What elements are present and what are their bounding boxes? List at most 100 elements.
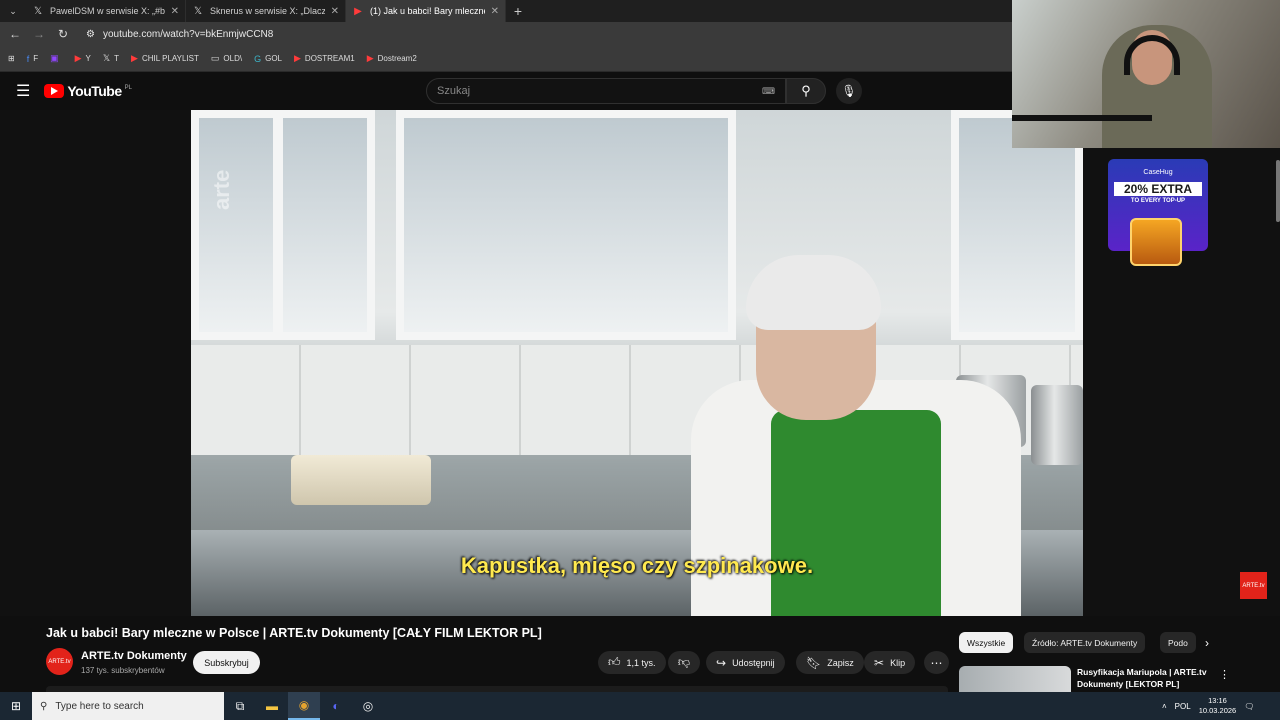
page-scrollbar[interactable] <box>1276 160 1280 222</box>
windows-taskbar: ⊞ ⚲ Type here to search ⧉ ▬ ◉ ◐ ◎ <box>0 692 1280 720</box>
bookmark-item[interactable]: ▶ CHIL PLAYLIST <box>131 53 199 64</box>
cooking-pot-scene <box>1031 385 1083 465</box>
twitch-icon: ▣ <box>50 53 59 63</box>
tab-title: (1) Jak u babci! Bary mleczne w <box>370 6 485 16</box>
bookmark-item[interactable]: ▣ <box>50 53 63 64</box>
close-tab-icon[interactable]: ✕ <box>331 6 339 17</box>
voice-search-button[interactable]: 🎙 <box>836 78 862 104</box>
browser-tab[interactable]: 𝕏 Sknerus w serwisie X: „Dlacze ✕ <box>186 0 346 22</box>
clock[interactable]: 13:16 10.03.2026 <box>1199 696 1237 716</box>
chip-similar[interactable]: Podo <box>1160 632 1196 653</box>
video-player[interactable]: arte Kapustka, mięso czy szpinakowe. <box>191 110 1083 616</box>
recommendation-thumbnail[interactable] <box>959 666 1071 692</box>
site-info-icon[interactable]: ⚙ <box>86 29 95 40</box>
facebook-icon: f <box>26 53 30 64</box>
subscribe-button[interactable]: Subskrybuj <box>193 651 260 674</box>
bookmark-item[interactable]: 𝕏T <box>103 53 119 64</box>
ad-brand: CaseHug <box>1143 169 1173 176</box>
video-subtitle: Kapustka, mięso czy szpinakowe. <box>460 553 814 578</box>
save-label: Zapisz <box>827 657 854 668</box>
obs-icon[interactable]: ◎ <box>352 692 384 720</box>
bookmark-item[interactable]: ▶ DOSTREAM1 <box>294 53 355 64</box>
task-view-icon[interactable]: ⧉ <box>224 692 256 720</box>
menu-hamburger-icon[interactable]: ☰ <box>16 81 30 101</box>
treasure-chest-icon <box>1130 218 1182 266</box>
keyboard-icon[interactable]: ⌨ <box>762 86 775 97</box>
browser-tab-active[interactable]: ▶ (1) Jak u babci! Bary mleczne w ✕ <box>346 0 506 22</box>
close-tab-icon[interactable]: ✕ <box>491 6 499 17</box>
x-logo-icon: 𝕏 <box>193 5 203 17</box>
bookmark-label: DOSTREAM1 <box>304 54 355 63</box>
tray-chevron-up-icon[interactable]: ˄ <box>1162 702 1167 711</box>
like-count: 1,1 tys. <box>626 657 656 668</box>
youtube-icon: ▶ <box>366 53 374 63</box>
notification-icon[interactable]: 🗨︎ <box>1244 702 1254 711</box>
ad-headline: 20% EXTRA <box>1114 182 1202 196</box>
bookmark-label: CHIL PLAYLIST <box>141 54 199 63</box>
chevron-right-icon[interactable]: › <box>1205 636 1209 650</box>
language-indicator[interactable]: POL <box>1175 702 1191 711</box>
youtube-icon: ▶ <box>294 53 301 63</box>
youtube-favicon-icon: ▶ <box>354 5 362 17</box>
tab-title: PawelDSM w serwisie X: „#brut <box>50 6 165 16</box>
chrome-icon[interactable]: ◉ <box>288 692 320 720</box>
discord-icon[interactable]: ◐ <box>320 692 352 720</box>
more-actions-icon[interactable]: ⋯ <box>924 651 949 674</box>
kebab-menu-icon[interactable]: ⋮ <box>1219 668 1230 681</box>
tab-title: Sknerus w serwisie X: „Dlacze <box>210 6 325 16</box>
tab-search-chevron-icon[interactable]: ⌄ <box>0 0 26 22</box>
search-icon: ⚲ <box>40 700 48 712</box>
subscriber-count: 137 tys. subskrybentów <box>81 666 165 675</box>
browser-tab-strip: ⌄ 𝕏 PawelDSM w serwisie X: „#brut ✕ 𝕏 Sk… <box>0 0 1012 22</box>
new-tab-button[interactable]: + <box>506 3 530 19</box>
clock-date: 10.03.2026 <box>1198 706 1237 715</box>
url-field[interactable]: ⚙ youtube.com/watch?v=bkEnmjwCCN8 <box>80 29 273 40</box>
chip-source[interactable]: Źródło: ARTE.tv Dokumenty <box>1024 632 1146 653</box>
search-input[interactable]: Szukaj ⌨ <box>426 78 786 104</box>
bookmark-item[interactable]: G GOL <box>254 54 282 64</box>
windows-start-icon[interactable]: ⊞ <box>0 699 32 713</box>
share-button[interactable]: ↪ Udostępnij <box>706 651 785 674</box>
bookmark-label: GOL <box>265 54 282 63</box>
save-button[interactable]: 🔖︎ Zapisz <box>796 651 864 674</box>
channel-watermark-badge[interactable]: ARTE.tv <box>1240 572 1267 599</box>
gol-icon: G <box>254 53 262 64</box>
youtube-logo-text: YouTube <box>67 83 122 99</box>
dislike-button[interactable]: 👎︎ <box>668 651 700 674</box>
bookmark-item[interactable]: fF <box>27 54 38 64</box>
system-tray: ˄ POL 13:16 10.03.2026 🗨︎ <box>1162 692 1280 720</box>
browser-tab[interactable]: 𝕏 PawelDSM w serwisie X: „#brut ✕ <box>26 0 186 22</box>
reload-icon[interactable]: ↻ <box>56 27 70 41</box>
hairnet-scene <box>746 255 881 330</box>
like-button[interactable]: 👍︎ 1,1 tys. <box>598 651 666 674</box>
taskbar-search-input[interactable]: ⚲ Type here to search <box>32 692 224 720</box>
youtube-icon: ▶ <box>74 53 82 63</box>
clip-button[interactable]: ✂ Klip <box>864 651 916 674</box>
chip-all[interactable]: Wszystkie <box>959 632 1014 653</box>
forward-arrow-icon[interactable]: → <box>32 27 46 41</box>
back-arrow-icon[interactable]: ← <box>8 27 22 41</box>
search-placeholder: Szukaj <box>437 85 471 97</box>
bookmarks-bar: ⊞ fF ▣ ▶ Y 𝕏T ▶ CHIL PLAYLIST ▭ OLD\ G GOL ▶… <box>0 46 1012 72</box>
channel-name[interactable]: ARTE.tv Dokumenty <box>81 650 187 662</box>
window-scene <box>396 110 736 340</box>
bookmark-label: Dostream2 <box>377 54 417 63</box>
bookmark-item[interactable]: ▶ Dostream2 <box>367 53 417 64</box>
channel-avatar[interactable]: ARTE.tv <box>46 648 73 675</box>
apps-grid-icon[interactable]: ⊞ <box>8 54 15 63</box>
file-explorer-icon[interactable]: ▬ <box>256 692 288 720</box>
bookmark-folder[interactable]: ▭ OLD\ <box>211 53 242 64</box>
youtube-logo[interactable]: YouTube PL <box>44 83 132 99</box>
bookmark-item[interactable]: ▶ Y <box>75 53 91 64</box>
recommendation-title[interactable]: Rusyfikacja Mariupola | ARTE.tv Dokument… <box>1077 666 1217 690</box>
clip-label: Klip <box>890 657 906 668</box>
search-button[interactable]: ⚲ <box>786 78 826 104</box>
x-logo-icon: 𝕏 <box>33 5 43 17</box>
dough-tray-scene <box>291 455 431 505</box>
close-tab-icon[interactable]: ✕ <box>171 6 179 17</box>
taskbar-search-placeholder: Type here to search <box>55 700 144 712</box>
url-text: youtube.com/watch?v=bkEnmjwCCN8 <box>102 28 274 40</box>
folder-icon: ▭ <box>210 53 220 63</box>
bookmark-label: OLD\ <box>223 54 243 63</box>
youtube-icon: ▶ <box>131 53 138 63</box>
